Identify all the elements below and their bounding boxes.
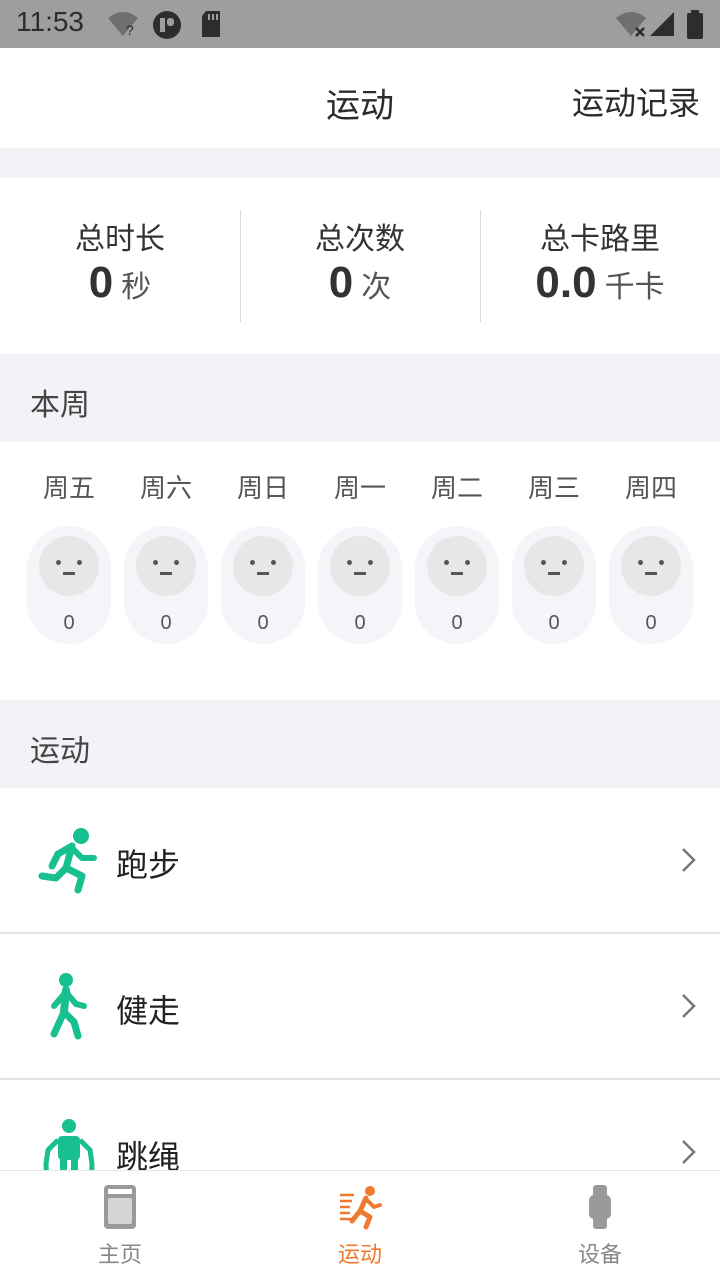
day-count: 0 <box>451 612 463 634</box>
sport-running-icon <box>340 1186 382 1230</box>
section-title: 运动 <box>30 734 90 769</box>
stat-value: 0 <box>328 258 354 307</box>
stat-value: 0.0 <box>535 258 597 307</box>
neutral-face-icon <box>524 536 584 596</box>
stat-unit: 次 <box>361 270 392 305</box>
sports-section-header: 运动 <box>0 700 720 788</box>
day-card[interactable]: 0 <box>415 526 499 644</box>
neutral-face-icon <box>136 536 196 596</box>
stat-label: 总次数 <box>315 222 405 257</box>
stat-label: 总时长 <box>75 222 165 257</box>
bottom-navigation: 主页 运动 设备 <box>0 1170 720 1280</box>
sport-name: 健走 <box>116 992 181 1030</box>
chevron-right-icon <box>682 848 696 872</box>
day-count: 0 <box>354 612 366 634</box>
day-count: 0 <box>63 612 75 634</box>
day-label: 周六 <box>139 474 192 504</box>
neutral-face-icon <box>39 536 99 596</box>
sport-records-link[interactable]: 运动记录 <box>572 78 700 124</box>
day-card[interactable]: 0 <box>124 526 208 644</box>
neutral-face-icon <box>427 536 487 596</box>
section-gap <box>0 148 720 178</box>
day-label: 周一 <box>333 474 386 504</box>
notification-app-icon <box>153 11 181 39</box>
running-icon <box>38 828 97 894</box>
stat-total-calories: 总卡路里 0.0 千卡 <box>480 178 720 354</box>
day-label: 周三 <box>527 474 580 504</box>
walking-icon <box>50 973 87 1040</box>
day-count: 0 <box>645 612 657 634</box>
sport-item-running[interactable]: 跑步 <box>0 788 720 934</box>
app-header: 运动 运动记录 <box>0 48 720 148</box>
watch-icon <box>589 1185 611 1229</box>
signal-icon <box>650 12 674 36</box>
home-device-icon <box>104 1185 136 1229</box>
stat-value: 0 <box>88 258 114 307</box>
day-card[interactable]: 0 <box>27 526 111 644</box>
svg-text:?: ? <box>126 22 134 38</box>
wifi-off-icon <box>616 12 646 37</box>
day-card[interactable]: 0 <box>609 526 693 644</box>
day-label: 周二 <box>430 474 483 504</box>
status-time: 11:53 <box>16 6 84 37</box>
nav-item-sport[interactable]: 运动 <box>240 1171 480 1280</box>
chevron-right-icon <box>682 994 696 1018</box>
day-count: 0 <box>257 612 269 634</box>
sport-item-walking[interactable]: 健走 <box>0 934 720 1080</box>
wifi-question-icon: ? <box>108 12 138 38</box>
status-bar: 11:53 ? <box>0 0 720 48</box>
section-title: 本周 <box>30 388 90 423</box>
day-label: 周四 <box>624 474 677 504</box>
nav-item-device[interactable]: 设备 <box>480 1171 720 1280</box>
stats-summary: 总时长 0秒 总次数 0次 总卡路里 0.0 千卡 <box>0 178 720 354</box>
battery-icon <box>687 10 703 39</box>
neutral-face-icon <box>621 536 681 596</box>
day-card[interactable]: 0 <box>318 526 402 644</box>
nav-label: 主页 <box>97 1243 142 1268</box>
week-activity: 周五 0 周六 0 周日 0 周一 0 周二 0 周三 0 周四 0 <box>0 442 720 700</box>
nav-item-home[interactable]: 主页 <box>0 1171 240 1280</box>
stat-unit: 千卡 <box>604 270 665 305</box>
neutral-face-icon <box>330 536 390 596</box>
stat-total-count: 总次数 0次 <box>240 178 480 354</box>
day-count: 0 <box>160 612 172 634</box>
day-count: 0 <box>548 612 560 634</box>
week-section-header: 本周 <box>0 354 720 442</box>
sd-card-icon <box>202 11 220 37</box>
day-label: 周五 <box>42 474 95 504</box>
day-card[interactable]: 0 <box>221 526 305 644</box>
neutral-face-icon <box>233 536 293 596</box>
day-card[interactable]: 0 <box>512 526 596 644</box>
chevron-right-icon <box>682 1140 696 1164</box>
stat-label: 总卡路里 <box>540 222 660 257</box>
stat-total-duration: 总时长 0秒 <box>0 178 240 354</box>
stat-unit: 秒 <box>121 270 152 305</box>
nav-label: 运动 <box>337 1243 382 1268</box>
sport-name: 跑步 <box>116 846 181 884</box>
nav-label: 设备 <box>577 1243 622 1268</box>
day-label: 周日 <box>236 474 289 504</box>
